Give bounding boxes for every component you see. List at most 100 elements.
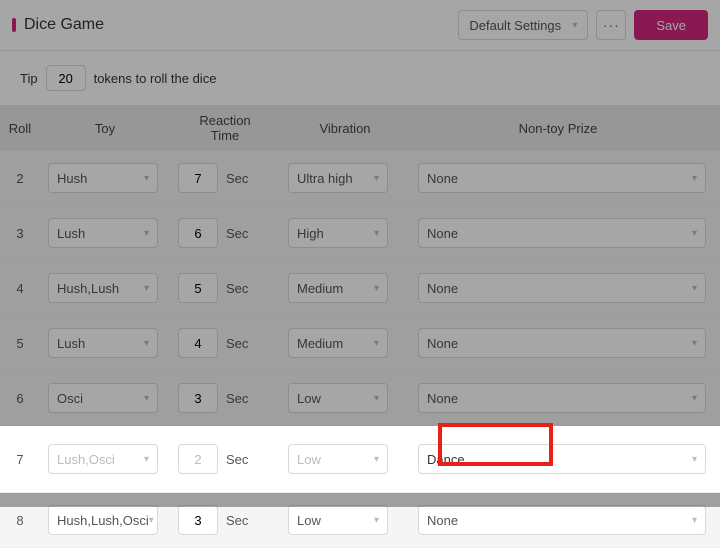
chevron-down-icon: ▾ [149,515,154,526]
sec-label: Sec [226,513,248,528]
roll-number: 8 [0,513,40,528]
table-row: 7 Lush,Osci▾ Sec Low ▾ Dance ▾ [0,426,720,493]
vibration-value: Low [297,391,321,406]
toy-value: Lush,Osci [57,452,115,467]
reaction-input[interactable] [178,383,218,413]
toy-select[interactable]: Hush,Lush▾ [48,273,158,303]
chevron-down-icon: ▾ [572,20,577,31]
page-title: Dice Game [24,16,458,34]
tip-bar: Tip tokens to roll the dice [0,51,720,105]
col-toy: Toy [40,121,170,136]
tip-input[interactable] [46,65,86,91]
cell-prize: None ▾ [410,163,720,193]
sec-label: Sec [226,226,248,241]
col-reaction: Reaction Time [170,113,280,143]
vibration-select[interactable]: High▾ [288,218,388,248]
cell-toy: Lush,Osci▾ [40,444,170,474]
cell-reaction: Sec [170,218,280,248]
cell-vibration: Low▾ [280,505,410,535]
toy-select[interactable]: Lush▾ [48,218,158,248]
prize-select[interactable]: None▾ [418,218,706,248]
save-button[interactable]: Save [634,10,708,40]
reaction-input[interactable] [178,444,218,474]
prize-value: None [427,391,458,406]
roll-number: 6 [0,391,40,406]
prize-value: Dance [427,452,465,467]
chevron-down-icon: ▾ [692,515,697,526]
page-header: Dice Game Default Settings ▾ ··· Save [0,0,720,51]
table-header: Roll Toy Reaction Time Vibration Non-toy… [0,105,720,151]
vibration-select[interactable]: Medium▾ [288,273,388,303]
col-roll: Roll [0,121,40,136]
prize-select[interactable]: None▾ [418,273,706,303]
chevron-down-icon: ▾ [692,454,697,465]
prize-value: None [427,226,458,241]
roll-number: 7 [0,452,40,467]
chevron-down-icon: ▾ [144,338,149,349]
cell-toy: Hush ▾ [40,163,170,193]
chevron-down-icon: ▾ [374,454,379,465]
table-row: 5Lush▾SecMedium▾None▾ [0,316,720,371]
cell-vibration: Medium▾ [280,273,410,303]
prize-select[interactable]: None ▾ [418,505,706,535]
cell-vibration: Ultra high▾ [280,163,410,193]
cell-reaction: Sec [170,383,280,413]
prize-select[interactable]: None ▾ [418,163,706,193]
vibration-select[interactable]: Low▾ [288,383,388,413]
cell-prize: Dance ▾ [410,444,720,474]
tip-suffix: tokens to roll the dice [94,71,217,86]
reaction-input[interactable] [178,328,218,358]
cell-toy: Hush,Lush,Osci▾ [40,505,170,535]
toy-select[interactable]: Osci▾ [48,383,158,413]
prize-value: None [427,171,458,186]
more-button[interactable]: ··· [596,10,626,40]
cell-prize: None▾ [410,383,720,413]
vibration-value: Medium [297,281,343,296]
vibration-select[interactable]: Medium▾ [288,328,388,358]
settings-select[interactable]: Default Settings ▾ [458,10,588,40]
reaction-input[interactable] [178,505,218,535]
reaction-input[interactable] [178,273,218,303]
chevron-down-icon: ▾ [692,338,697,349]
reaction-input[interactable] [178,218,218,248]
vibration-select[interactable]: Low ▾ [288,444,388,474]
toy-select[interactable]: Hush ▾ [48,163,158,193]
toy-value: Lush [57,336,85,351]
prize-value: None [427,281,458,296]
cell-prize: None▾ [410,273,720,303]
cell-vibration: Low ▾ [280,444,410,474]
sec-label: Sec [226,452,248,467]
prize-select[interactable]: None▾ [418,328,706,358]
toy-select[interactable]: Lush ▾ [48,328,158,358]
col-reaction-line1: Reaction [170,113,280,128]
toy-select[interactable]: Lush,Osci▾ [48,444,158,474]
cell-prize: None▾ [410,328,720,358]
toy-value: Hush,Lush [57,281,119,296]
prize-select[interactable]: None▾ [418,383,706,413]
vibration-select[interactable]: Ultra high▾ [288,163,388,193]
chevron-down-icon: ▾ [374,228,379,239]
chevron-down-icon: ▾ [144,393,149,404]
toy-value: Hush,Lush,Osci [57,513,149,528]
sec-label: Sec [226,391,248,406]
cell-vibration: High▾ [280,218,410,248]
cell-toy: Lush ▾ [40,328,170,358]
col-reaction-line2: Time [170,128,280,143]
prize-select[interactable]: Dance ▾ [418,444,706,474]
cell-toy: Osci▾ [40,383,170,413]
vibration-select[interactable]: Low▾ [288,505,388,535]
chevron-down-icon: ▾ [692,173,697,184]
toy-select[interactable]: Hush,Lush,Osci▾ [48,505,158,535]
toy-value: Hush [57,171,87,186]
vibration-value: Low [297,452,321,467]
cell-prize: None ▾ [410,505,720,535]
reaction-input[interactable] [178,163,218,193]
roll-number: 5 [0,336,40,351]
table-row: 4Hush,Lush▾SecMedium▾None▾ [0,261,720,316]
table-row: 6Osci▾SecLow▾None▾ [0,371,720,426]
table-row: 3Lush▾SecHigh▾None▾ [0,206,720,261]
chevron-down-icon: ▾ [144,173,149,184]
tip-prefix: Tip [20,71,38,86]
prize-value: None [427,513,458,528]
cell-vibration: Low▾ [280,383,410,413]
